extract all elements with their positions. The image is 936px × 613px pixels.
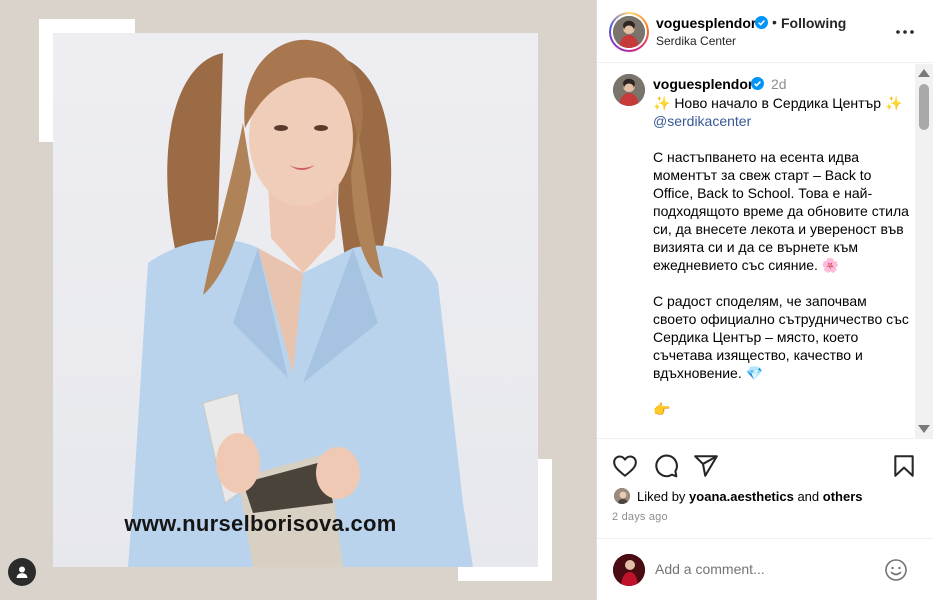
mention-link[interactable]: @serdikacenter [653,112,909,130]
header-username[interactable]: voguesplendor [656,15,756,31]
liked-by-avatar[interactable] [613,487,631,505]
post-photo: www.nurselborisova.com [53,33,538,567]
frame-corner-top-left-vertical [39,19,53,142]
user-tag-icon[interactable] [8,558,36,586]
verified-badge-icon [755,16,768,34]
likes-prefix: Liked by [637,489,686,504]
liked-by-username[interactable]: yoana.aesthetics [689,489,794,504]
caption-text: ✨ Ново начало в Сердика Център ✨ @serdik… [653,94,909,436]
post-sidebar: voguesplendor • Following Serdika Center… [596,0,936,600]
scrollbar-thumb[interactable] [919,84,929,130]
comments-section[interactable]: voguesplendor 2d ✨ Ново начало в Сердика… [597,64,933,439]
watermark-text: www.nurselborisova.com [124,511,397,536]
post-header: voguesplendor • Following Serdika Center [597,0,933,63]
scroll-up-arrow-icon[interactable] [918,69,930,77]
viewer-avatar[interactable] [613,554,645,586]
likes-summary: Liked by yoana.aesthetics and others [637,489,863,504]
caption-paragraph: 👉 [653,401,671,417]
post-timestamp[interactable]: 2 days ago [612,511,668,523]
scroll-down-arrow-icon[interactable] [918,425,930,433]
share-icon[interactable] [693,453,719,479]
comment-input[interactable] [655,561,855,577]
header-avatar[interactable] [609,12,649,52]
heart-icon[interactable] [612,453,638,479]
caption-paragraph: С радост споделям, че започвам своето оф… [653,293,909,381]
post-media[interactable]: www.nurselborisova.com [0,0,596,600]
more-options-icon[interactable] [893,22,917,42]
header-separator: • [772,14,777,30]
likes-conjunction: and [797,489,820,504]
portrait-illustration [128,39,473,567]
frame-corner-top-left [39,19,135,33]
verified-badge-icon [751,77,764,95]
bookmark-icon[interactable] [891,453,917,479]
caption-paragraph: С настъпването на есента идва моментът з… [653,149,909,273]
comment-icon[interactable] [653,453,679,479]
add-comment-bar [597,538,933,600]
following-button[interactable]: Following [781,15,846,31]
emoji-icon[interactable] [884,558,908,582]
caption-title: ✨ Ново начало в Сердика Център ✨ [653,95,903,111]
frame-corner-bottom-right-vertical [538,459,552,581]
caption-timestamp[interactable]: 2d [771,76,787,92]
likes-others-link[interactable]: others [823,489,863,504]
caption-username[interactable]: voguesplendor [653,76,753,92]
location-link[interactable]: Serdika Center [656,34,736,48]
caption-avatar[interactable] [613,74,645,106]
